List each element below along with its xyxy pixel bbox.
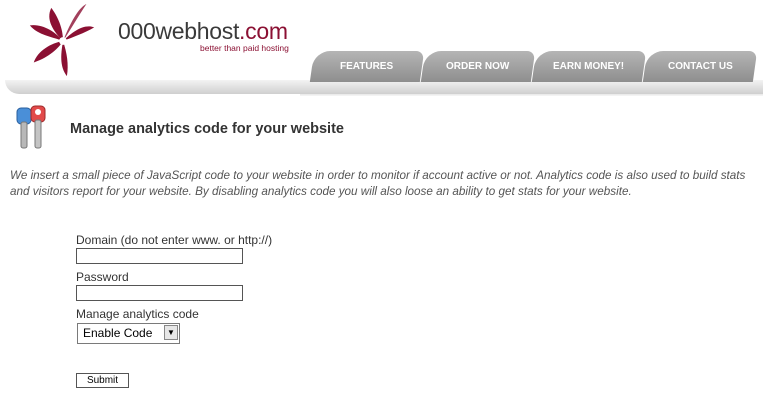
password-label: Password <box>76 270 129 284</box>
analytics-selected-value: Enable Code <box>83 326 153 340</box>
tab-features[interactable]: FEATURES <box>309 51 425 82</box>
intro-text: We insert a small piece of JavaScript co… <box>10 169 746 198</box>
tab-contact-us-label: CONTACT US <box>667 61 733 72</box>
tab-contact-us[interactable]: CONTACT US <box>642 51 758 82</box>
domain-label: Domain (do not enter www. or http://) <box>76 233 273 247</box>
tab-features-label: FEATURES <box>340 61 394 72</box>
keys-icon <box>16 105 46 149</box>
tab-earn-money-label: EARN MONEY! <box>553 61 625 72</box>
brand-text: 000webhost <box>118 18 240 44</box>
tab-order-now-label: ORDER NOW <box>446 61 510 72</box>
tab-earn-money[interactable]: EARN MONEY! <box>531 51 647 82</box>
domain-input[interactable] <box>76 248 243 264</box>
nav-bar <box>5 80 763 94</box>
brand-tagline: better than paid hosting <box>200 43 289 53</box>
brand-tld: .com <box>239 18 288 44</box>
brand-name[interactable]: 000webhost.com <box>118 18 288 45</box>
swirl-logo-icon[interactable] <box>24 2 102 80</box>
submit-button[interactable]: Submit <box>76 373 129 388</box>
analytics-select[interactable]: Enable Code ▼ <box>77 323 180 344</box>
password-input[interactable] <box>76 285 243 301</box>
tab-order-now[interactable]: ORDER NOW <box>420 51 536 82</box>
analytics-label: Manage analytics code <box>76 307 199 321</box>
page-title: Manage analytics code for your website <box>70 121 344 137</box>
chevron-down-icon[interactable]: ▼ <box>164 325 178 340</box>
site-header: 000webhost.com better than paid hosting … <box>0 0 763 96</box>
